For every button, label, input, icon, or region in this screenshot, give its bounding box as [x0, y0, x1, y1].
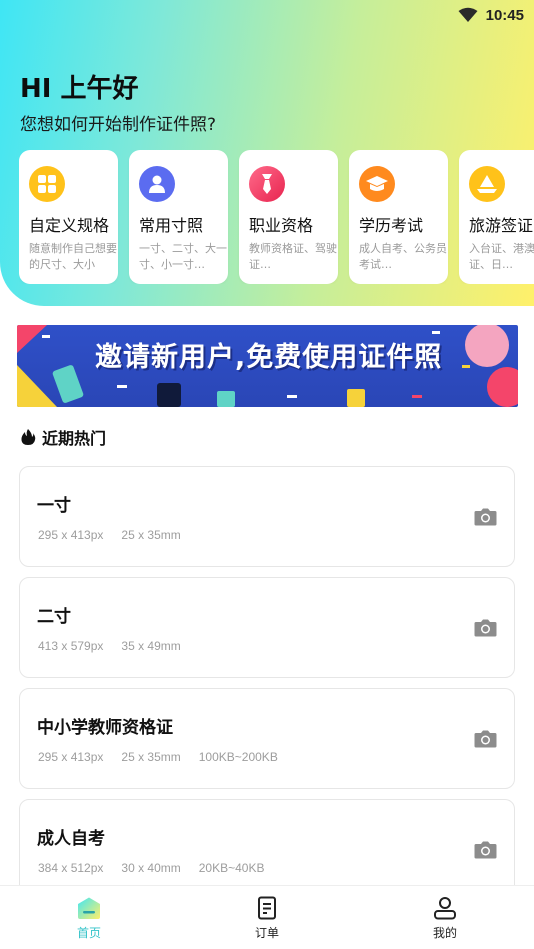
card-title: 学历考试 — [359, 216, 424, 235]
camera-icon[interactable] — [474, 730, 497, 748]
tie-icon — [249, 166, 285, 202]
camera-icon[interactable] — [474, 508, 497, 526]
camera-icon[interactable] — [474, 841, 497, 859]
card-desc: 入台证、港澳通行证、日… — [469, 242, 534, 271]
order-icon — [258, 896, 276, 920]
greeting: HI 上午好 — [20, 74, 139, 104]
nav-label-home: 首页 — [76, 926, 101, 940]
item-file-size: 100KB~200KB — [198, 750, 278, 764]
camera-icon[interactable] — [474, 619, 497, 637]
item-pixel-size: 384 x 512px — [38, 861, 104, 875]
category-card-education[interactable]: 学历考试 成人自考、公务员考试… — [349, 150, 448, 284]
item-meta: 295 x 413px 25 x 35mm — [38, 528, 181, 542]
home-icon — [78, 897, 100, 919]
category-card-custom[interactable]: 自定义规格 随意制作自己想要的尺寸、大小 — [19, 150, 118, 284]
list-item[interactable]: 一寸 295 x 413px 25 x 35mm — [19, 466, 515, 567]
hot-list: 一寸 295 x 413px 25 x 35mm 二寸 413 x 579px … — [19, 466, 515, 910]
nav-label-orders: 订单 — [254, 926, 279, 940]
item-pixel-size: 295 x 413px — [38, 528, 104, 542]
card-title: 常用寸照 — [139, 216, 204, 235]
status-time: 10:45 — [485, 6, 524, 24]
card-title: 职业资格 — [249, 216, 314, 235]
list-item[interactable]: 中小学教师资格证 295 x 413px 25 x 35mm 100KB~200… — [19, 688, 515, 789]
item-meta: 295 x 413px 25 x 35mm 100KB~200KB — [38, 750, 278, 764]
graduation-cap-icon — [359, 166, 395, 202]
card-desc: 一寸、二寸、大一寸、小一寸… — [139, 242, 227, 271]
wifi-icon — [458, 7, 478, 22]
fire-icon — [21, 429, 36, 445]
bottom-nav: 首页 订单 我的 — [0, 885, 534, 949]
card-desc: 成人自考、公务员考试… — [359, 242, 447, 271]
profile-icon — [434, 897, 456, 920]
invite-banner[interactable]: 邀请新用户,免费使用证件照 — [17, 325, 518, 407]
item-title: 一寸 — [37, 496, 71, 516]
card-desc: 教师资格证、驾驶证… — [249, 242, 337, 271]
item-pixel-size: 295 x 413px — [38, 750, 104, 764]
banner-text: 邀请新用户,免费使用证件照 — [95, 342, 443, 373]
item-meta: 413 x 579px 35 x 49mm — [38, 639, 181, 653]
item-title: 成人自考 — [37, 829, 105, 849]
nav-item-orders[interactable]: 订单 — [178, 886, 356, 949]
item-mm-size: 35 x 49mm — [121, 639, 181, 653]
card-desc: 随意制作自己想要的尺寸、大小 — [29, 242, 117, 271]
item-mm-size: 25 x 35mm — [121, 528, 181, 542]
item-mm-size: 30 x 40mm — [121, 861, 181, 875]
category-card-professional[interactable]: 职业资格 教师资格证、驾驶证… — [239, 150, 338, 284]
card-title: 自定义规格 — [29, 216, 110, 235]
grid-icon — [29, 166, 65, 202]
item-pixel-size: 413 x 579px — [38, 639, 104, 653]
nav-label-profile: 我的 — [432, 926, 457, 940]
category-card-common[interactable]: 常用寸照 一寸、二寸、大一寸、小一寸… — [129, 150, 228, 284]
category-card-visa[interactable]: 旅游签证 入台证、港澳通行证、日… — [459, 150, 534, 284]
status-bar: 10:45 — [458, 0, 534, 30]
section-header: 近期热门 — [20, 425, 106, 449]
nav-item-home[interactable]: 首页 — [0, 886, 178, 949]
section-title: 近期热门 — [42, 429, 107, 448]
list-item[interactable]: 二寸 413 x 579px 35 x 49mm — [19, 577, 515, 678]
item-meta: 384 x 512px 30 x 40mm 20KB~40KB — [38, 861, 264, 875]
card-title: 旅游签证 — [469, 216, 534, 235]
item-title: 中小学教师资格证 — [37, 718, 173, 738]
sailboat-icon — [469, 166, 505, 202]
subtitle: 您想如何开始制作证件照? — [20, 115, 217, 135]
nav-item-profile[interactable]: 我的 — [356, 886, 534, 949]
item-title: 二寸 — [37, 607, 71, 627]
category-cards: 自定义规格 随意制作自己想要的尺寸、大小 常用寸照 一寸、二寸、大一寸、小一寸…… — [19, 150, 534, 284]
item-file-size: 20KB~40KB — [198, 861, 265, 875]
header: 10:45 HI 上午好 您想如何开始制作证件照? 自定义规格 随意制作自己想要… — [0, 0, 534, 306]
item-mm-size: 25 x 35mm — [121, 750, 181, 764]
person-icon — [139, 166, 175, 202]
